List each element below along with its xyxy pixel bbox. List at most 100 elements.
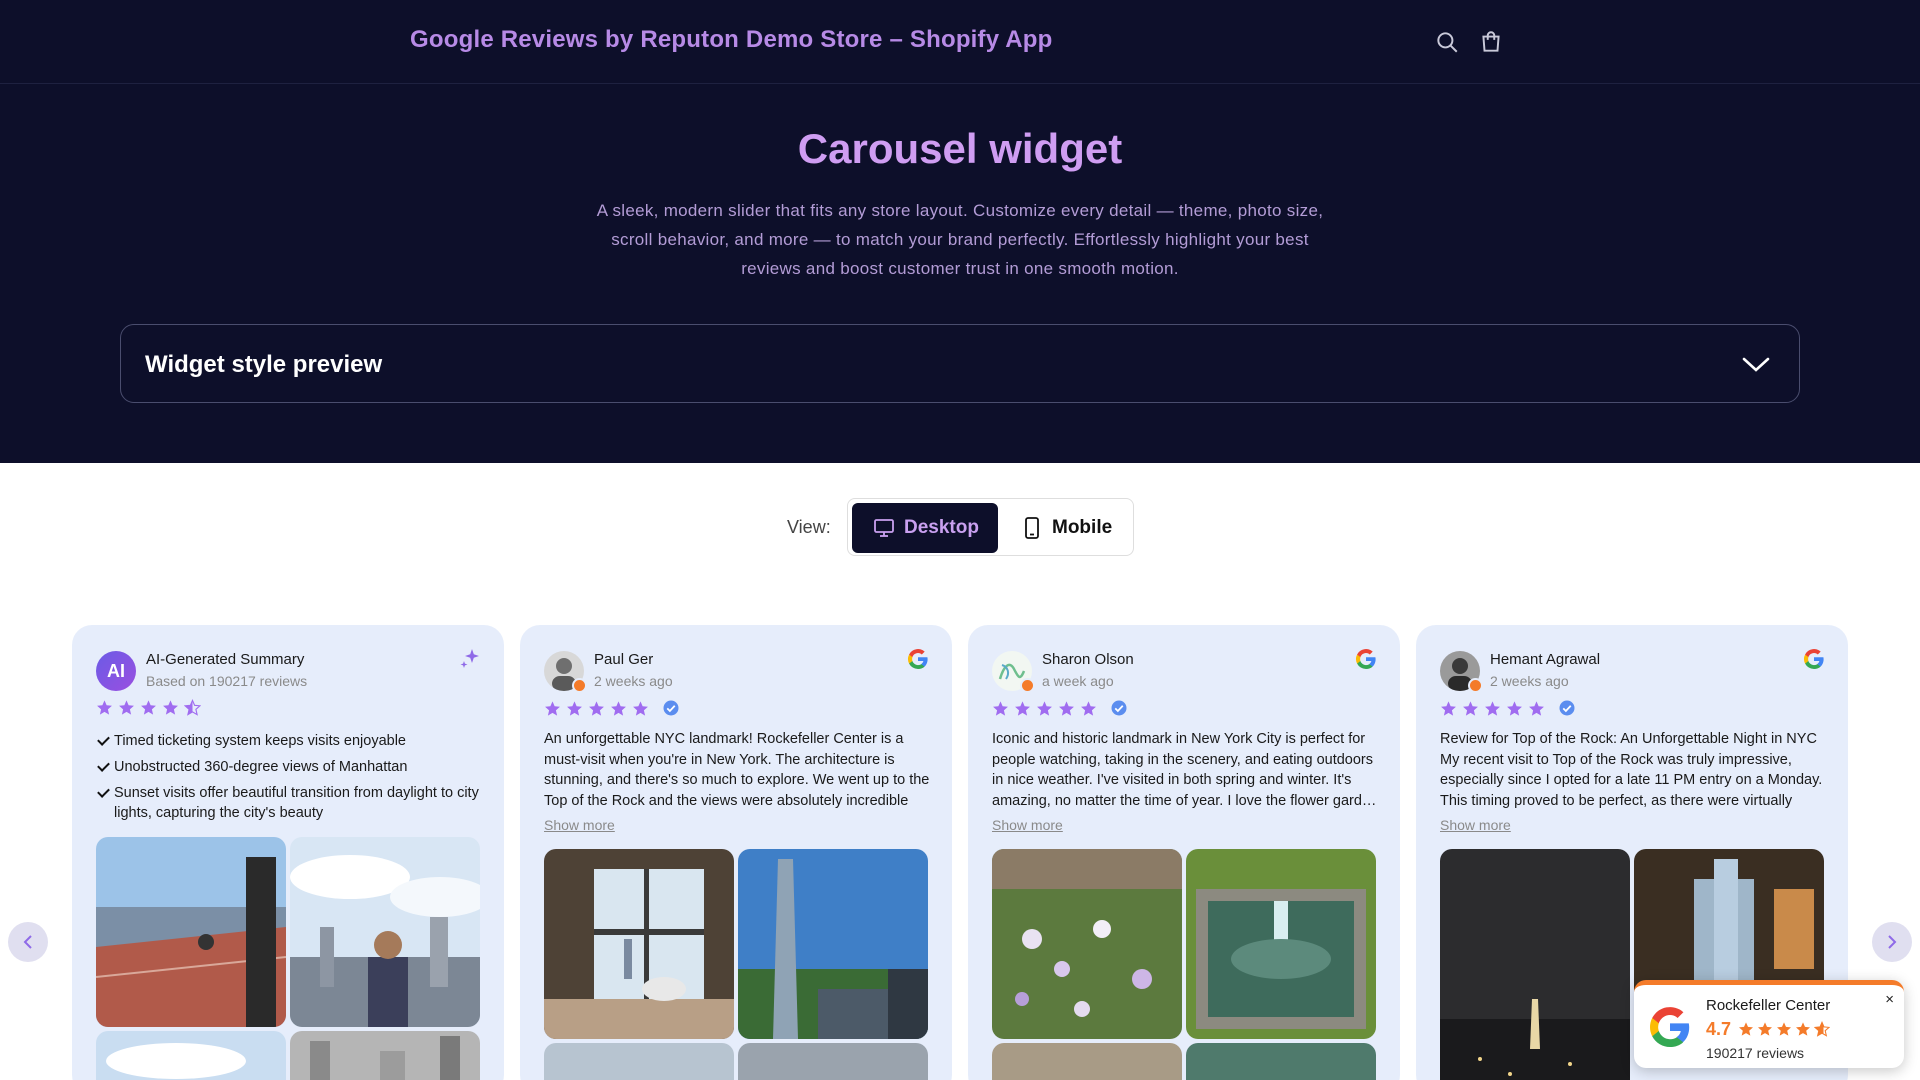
desktop-icon xyxy=(874,519,894,537)
star-icon xyxy=(1059,700,1074,716)
star-icon xyxy=(1796,1022,1810,1036)
view-toggle: Desktop Mobile xyxy=(847,498,1134,556)
carousel-next-button[interactable] xyxy=(1872,922,1912,962)
mobile-label: Mobile xyxy=(1052,517,1113,538)
review-card: Sharon Olson a week ago Iconic and histo… xyxy=(968,625,1400,1080)
review-date: a week ago xyxy=(1042,673,1114,689)
hero-title: Carousel widget xyxy=(797,125,1123,172)
star-icon xyxy=(633,700,648,716)
summary-point: Timed ticketing system keeps visits enjo… xyxy=(96,731,482,751)
star-half-icon xyxy=(1814,1021,1830,1037)
review-text: Review for Top of the Rock: An Unforgett… xyxy=(1440,731,1823,809)
star-half-icon xyxy=(184,699,201,716)
star-icon xyxy=(1441,700,1456,716)
desktop-label: Desktop xyxy=(904,517,979,538)
avatar xyxy=(544,651,587,693)
review-photo[interactable] xyxy=(544,849,734,1039)
mobile-view-button[interactable]: Mobile xyxy=(1000,503,1130,553)
review-photo[interactable] xyxy=(1440,849,1630,1080)
summary-title: AI-Generated Summary xyxy=(146,651,305,668)
review-date: 2 weeks ago xyxy=(1490,673,1569,689)
verified-icon xyxy=(1111,700,1127,716)
rating-stars xyxy=(544,699,680,717)
review-photo[interactable] xyxy=(738,849,928,1039)
summary-point: Sunset visits offer beautiful transition… xyxy=(96,783,482,823)
mobile-icon xyxy=(1025,517,1039,539)
badge-stars xyxy=(1738,1021,1830,1037)
review-photo[interactable] xyxy=(992,849,1182,1039)
show-more-link[interactable]: Show more xyxy=(544,817,615,833)
star-icon xyxy=(1485,700,1500,716)
star-icon xyxy=(1463,700,1478,716)
review-photo[interactable] xyxy=(290,1031,480,1080)
badge-place-name: Rockefeller Center xyxy=(1706,997,1831,1014)
star-icon xyxy=(1777,1022,1791,1036)
cart-icon[interactable] xyxy=(1478,29,1504,55)
review-text: Iconic and historic landmark in New York… xyxy=(992,731,1377,809)
star-icon xyxy=(589,700,604,716)
review-photo[interactable] xyxy=(96,1031,286,1080)
store-title[interactable]: Google Reviews by Reputon Demo Store – S… xyxy=(410,26,1053,54)
avatar xyxy=(1440,651,1483,693)
badge-rating-value: 4.7 xyxy=(1706,1019,1732,1039)
star-icon xyxy=(567,700,582,716)
verified-icon xyxy=(1559,700,1575,716)
verified-icon xyxy=(663,700,679,716)
view-label: View: xyxy=(787,517,831,537)
hero-description: A sleek, modern slider that fits any sto… xyxy=(596,201,1324,278)
google-icon xyxy=(1804,649,1824,669)
star-icon xyxy=(1037,700,1052,716)
reviewer-name: Paul Ger xyxy=(594,651,654,668)
summary-points: Timed ticketing system keeps visits enjo… xyxy=(96,731,482,829)
rating-stars xyxy=(992,699,1128,717)
review-photo[interactable] xyxy=(1186,1043,1376,1080)
star-icon xyxy=(545,700,560,716)
ai-summary-card: AI AI-Generated Summary Based on 190217 … xyxy=(72,625,504,1080)
review-photo[interactable] xyxy=(290,837,480,1027)
star-icon xyxy=(1529,700,1544,716)
star-icon xyxy=(1739,1022,1753,1036)
google-icon xyxy=(1650,1007,1690,1047)
show-more-link[interactable]: Show more xyxy=(1440,817,1511,833)
review-date: 2 weeks ago xyxy=(594,673,673,689)
review-photo[interactable] xyxy=(1186,849,1376,1039)
ai-avatar: AI xyxy=(96,651,136,691)
chevron-left-icon xyxy=(23,935,32,949)
star-icon xyxy=(1015,700,1030,716)
review-photo[interactable] xyxy=(992,1043,1182,1080)
review-text: An unforgettable NYC landmark! Rockefell… xyxy=(544,731,930,809)
widget-style-preview-dropdown[interactable]: Widget style preview xyxy=(120,324,1800,403)
avatar xyxy=(992,651,1035,693)
star-icon xyxy=(611,700,626,716)
review-photo[interactable] xyxy=(738,1043,928,1080)
review-photo[interactable] xyxy=(96,837,286,1027)
chevron-right-icon xyxy=(1888,935,1897,949)
carousel-prev-button[interactable] xyxy=(8,922,48,962)
star-icon xyxy=(163,700,178,715)
star-icon xyxy=(141,700,156,715)
star-icon xyxy=(119,700,134,715)
reviews-carousel: AI AI-Generated Summary Based on 190217 … xyxy=(0,625,1920,1080)
show-more-link[interactable]: Show more xyxy=(992,817,1063,833)
star-icon xyxy=(97,700,112,715)
google-icon xyxy=(908,649,928,669)
hero-section: Carousel widget A sleek, modern slider t… xyxy=(0,84,1920,463)
review-card: Paul Ger 2 weeks ago An unforgettable NY… xyxy=(520,625,952,1080)
review-photo[interactable] xyxy=(544,1043,734,1080)
desktop-view-button[interactable]: Desktop xyxy=(852,503,998,553)
reviewer-name: Sharon Olson xyxy=(1042,651,1134,668)
close-icon[interactable]: × xyxy=(1885,991,1894,1008)
summary-point: Unobstructed 360-degree views of Manhatt… xyxy=(96,757,482,777)
rating-stars xyxy=(1440,699,1576,717)
star-icon xyxy=(1758,1022,1772,1036)
site-header: Google Reviews by Reputon Demo Store – S… xyxy=(0,0,1920,84)
reviewer-name: Hemant Agrawal xyxy=(1490,651,1601,668)
search-icon[interactable] xyxy=(1434,29,1460,55)
google-rating-badge[interactable]: Rockefeller Center 4.7 190217 reviews × xyxy=(1634,980,1904,1068)
star-icon xyxy=(993,700,1008,716)
google-icon xyxy=(1356,649,1376,669)
badge-review-count: 190217 reviews xyxy=(1706,1045,1805,1061)
sparkle-icon xyxy=(460,649,479,668)
preview-label: Widget style preview xyxy=(145,351,383,378)
summary-subtitle: Based on 190217 reviews xyxy=(146,673,308,689)
